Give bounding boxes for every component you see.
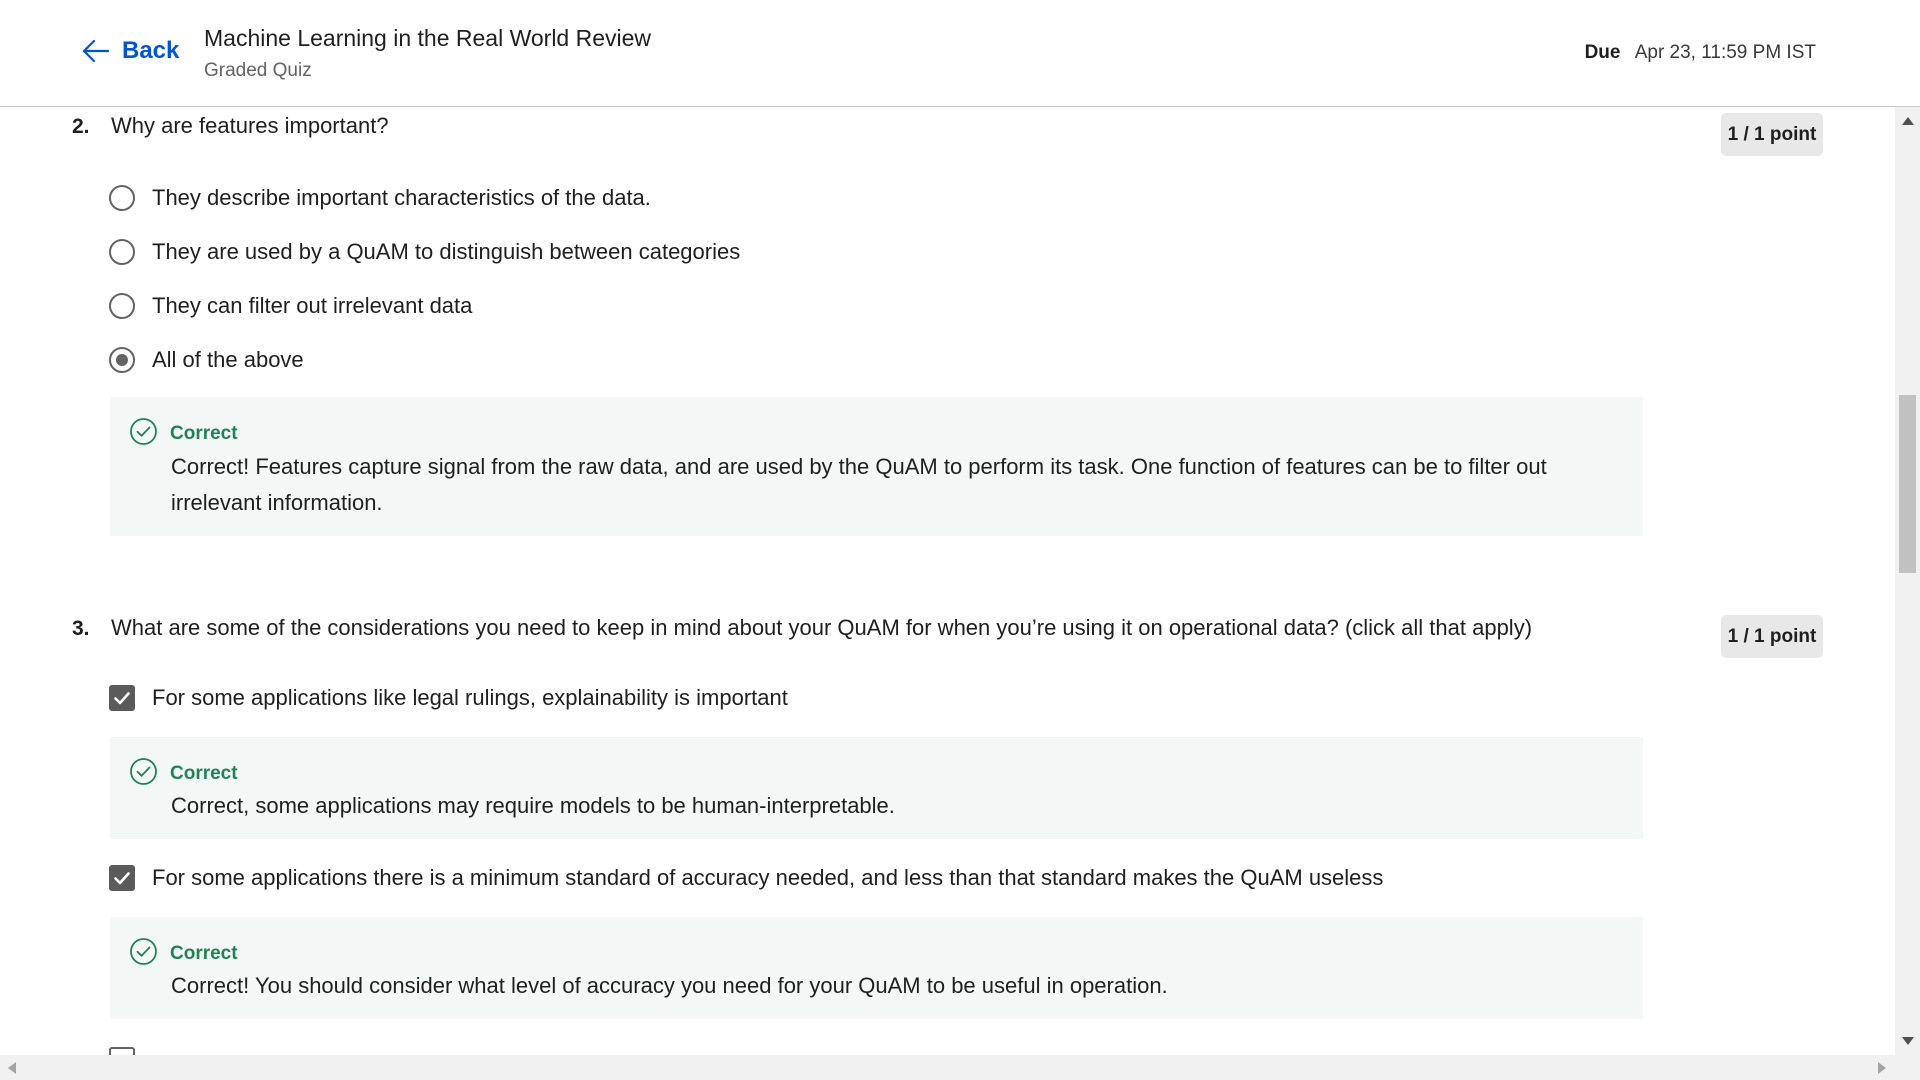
check-circle-icon: [129, 417, 158, 451]
feedback-box: Correct Correct! You should consider wha…: [110, 917, 1643, 1019]
answer-option[interactable]: They describe important characteristics …: [109, 183, 651, 213]
answer-option-partial[interactable]: [109, 1045, 152, 1055]
option-label: They are used by a QuAM to distinguish b…: [152, 239, 741, 264]
points-badge: 1 / 1 point: [1721, 113, 1823, 156]
question-header: 3. What are some of the considerations y…: [72, 609, 1823, 658]
feedback-text: Correct, some applications may require m…: [171, 793, 895, 818]
feedback-header: Correct: [129, 417, 238, 451]
check-circle-icon: [129, 757, 158, 791]
due-date: Due Apr 23, 11:59 PM IST: [1585, 42, 1816, 64]
due-label: Due: [1584, 42, 1621, 63]
page-subtitle: Graded Quiz: [204, 60, 312, 81]
checkbox-unchecked[interactable]: [109, 1047, 135, 1055]
feedback-status: Correct: [170, 943, 238, 964]
arrow-left-icon: [80, 36, 110, 66]
horizontal-scrollbar[interactable]: [0, 1055, 1920, 1080]
answer-option[interactable]: They are used by a QuAM to distinguish b…: [109, 237, 740, 267]
radio-button-selected[interactable]: [109, 347, 135, 373]
radio-button[interactable]: [109, 293, 135, 319]
option-label: They can filter out irrelevant data: [152, 293, 473, 318]
question-header: 2. Why are features important? 1 / 1 poi…: [72, 107, 1823, 156]
feedback-status: Correct: [170, 423, 238, 444]
feedback-box: Correct Correct, some applications may r…: [110, 737, 1643, 839]
checkbox-checked[interactable]: [109, 685, 135, 711]
points-badge: 1 / 1 point: [1721, 615, 1823, 658]
quiz-header: Back Machine Learning in the Real World …: [0, 0, 1920, 107]
answer-option[interactable]: All of the above: [109, 345, 304, 375]
answer-option[interactable]: For some applications there is a minimum…: [109, 863, 1383, 893]
scroll-down-icon[interactable]: [1902, 1037, 1914, 1045]
answer-option[interactable]: For some applications like legal rulings…: [109, 683, 788, 713]
question-text: Why are features important?: [111, 113, 389, 138]
back-button[interactable]: Back: [80, 36, 179, 66]
option-label: For some applications like legal rulings…: [152, 685, 788, 710]
option-label: They describe important characteristics …: [152, 185, 651, 210]
question-3: 3. What are some of the considerations y…: [72, 609, 1823, 1055]
question-number: 2.: [72, 115, 90, 138]
checkmark-icon: [114, 692, 130, 705]
option-label: For some applications there is a minimum…: [152, 865, 1384, 890]
question-2: 2. Why are features important? 1 / 1 poi…: [72, 107, 1823, 536]
scroll-up-icon[interactable]: [1902, 117, 1914, 125]
scroll-right-icon[interactable]: [1878, 1062, 1886, 1074]
feedback-text: Correct! Features capture signal from th…: [171, 454, 1547, 515]
quiz-content: 2. Why are features important? 1 / 1 poi…: [0, 107, 1895, 1055]
answer-option[interactable]: They can filter out irrelevant data: [109, 291, 472, 321]
feedback-header: Correct: [129, 757, 238, 791]
vertical-scrollbar[interactable]: [1895, 107, 1920, 1055]
feedback-box: Correct Correct! Features capture signal…: [110, 397, 1643, 536]
scrollbar-thumb[interactable]: [1899, 395, 1916, 573]
feedback-text: Correct! You should consider what level …: [171, 973, 1168, 998]
quiz-title-block: Machine Learning in the Real World Revie…: [204, 22, 651, 82]
radio-button[interactable]: [109, 239, 135, 265]
scroll-left-icon[interactable]: [8, 1062, 16, 1074]
page-title: Machine Learning in the Real World Revie…: [204, 25, 652, 51]
check-circle-icon: [129, 937, 158, 971]
option-label: All of the above: [152, 347, 304, 372]
question-text: What are some of the considerations you …: [111, 615, 1533, 640]
back-label: Back: [122, 37, 180, 64]
feedback-header: Correct: [129, 937, 238, 971]
checkmark-icon: [114, 872, 130, 885]
feedback-status: Correct: [170, 763, 238, 784]
radio-button[interactable]: [109, 185, 135, 211]
due-value: Apr 23, 11:59 PM IST: [1634, 42, 1816, 63]
checkbox-checked[interactable]: [109, 865, 135, 891]
question-number: 3.: [72, 617, 90, 640]
